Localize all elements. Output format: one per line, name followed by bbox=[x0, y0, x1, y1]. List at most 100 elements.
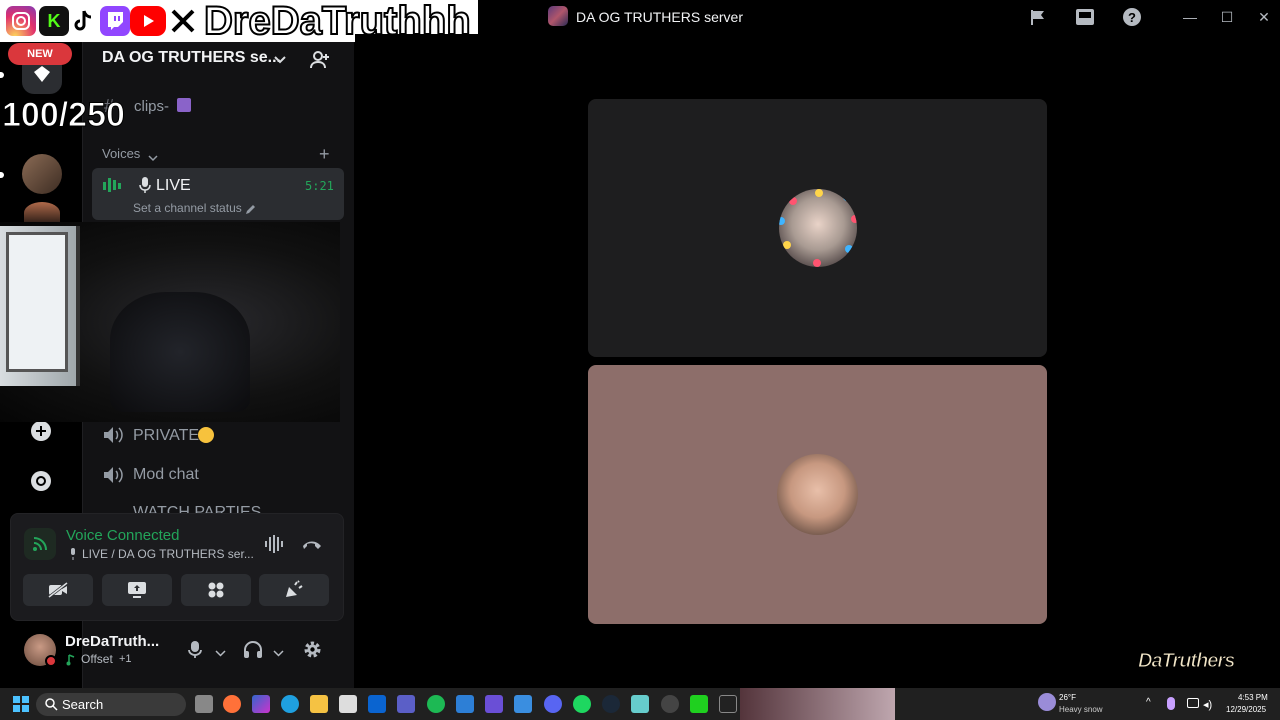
maximize-button[interactable]: ☐ bbox=[1218, 8, 1236, 26]
weather-temp: 26°F bbox=[1059, 693, 1076, 702]
discover-icon[interactable] bbox=[21, 461, 61, 501]
app-icon[interactable] bbox=[456, 695, 474, 713]
taskbar-overlay-glow bbox=[740, 688, 895, 720]
speaker-icon bbox=[103, 426, 123, 449]
copilot-icon[interactable] bbox=[252, 695, 270, 713]
microphone-icon bbox=[69, 547, 77, 565]
clock-time[interactable]: 4:53 PM bbox=[1238, 693, 1268, 702]
youtube-icon bbox=[130, 6, 166, 36]
x-icon bbox=[168, 6, 198, 36]
obs-icon[interactable] bbox=[661, 695, 679, 713]
chevron-up-icon[interactable]: ^ bbox=[1146, 697, 1151, 708]
channel-private[interactable]: PRIVATE bbox=[133, 427, 199, 445]
server-name[interactable]: DA OG TRUTHERS se... bbox=[102, 49, 281, 67]
clapper-icon bbox=[177, 98, 191, 112]
volume-icon[interactable]: ◂) bbox=[1203, 698, 1212, 711]
microphone-icon[interactable] bbox=[1167, 697, 1175, 710]
chevron-down-icon bbox=[148, 150, 158, 168]
flag-icon[interactable] bbox=[1027, 6, 1049, 28]
kick-icon: K bbox=[39, 6, 69, 36]
server-avatar[interactable] bbox=[22, 154, 62, 194]
app-icon[interactable] bbox=[514, 695, 532, 713]
voice-location[interactable]: LIVE / DA OG TRUTHERS ser... bbox=[82, 547, 254, 561]
activities-button[interactable] bbox=[181, 574, 251, 606]
windows-icon bbox=[13, 696, 29, 712]
teams-icon[interactable] bbox=[397, 695, 415, 713]
display-icon[interactable] bbox=[1187, 698, 1199, 708]
clock-date[interactable]: 12/29/2025 bbox=[1226, 705, 1266, 714]
settings-button[interactable] bbox=[302, 639, 323, 665]
goal-counter: 100/250 bbox=[2, 96, 126, 135]
disconnect-icon[interactable] bbox=[301, 536, 323, 557]
inbox-icon[interactable] bbox=[1074, 6, 1096, 28]
brand-logo: DaTruthers bbox=[1137, 650, 1235, 673]
spotify-icon[interactable] bbox=[573, 695, 591, 713]
discord-icon[interactable] bbox=[544, 695, 562, 713]
microphone-icon bbox=[188, 641, 202, 658]
music-icon bbox=[66, 653, 76, 671]
store-icon[interactable] bbox=[339, 695, 357, 713]
start-button[interactable] bbox=[13, 696, 29, 717]
window-frame bbox=[6, 232, 68, 372]
weather-icon[interactable] bbox=[1038, 693, 1056, 711]
invite-people-icon[interactable] bbox=[310, 50, 330, 75]
outlook-icon[interactable] bbox=[368, 695, 386, 713]
help-icon[interactable]: ? bbox=[1121, 6, 1143, 28]
dnd-status-icon bbox=[45, 655, 57, 667]
window-title: DA OG TRUTHERS server bbox=[576, 9, 743, 25]
channel-clips[interactable]: clips- bbox=[134, 98, 169, 115]
search-label: Search bbox=[62, 697, 104, 712]
username[interactable]: DreDaTruth... bbox=[65, 633, 159, 650]
voice-activity-icon bbox=[103, 176, 123, 199]
voice-status[interactable]: Voice Connected bbox=[66, 527, 179, 544]
svg-text:?: ? bbox=[1128, 10, 1136, 25]
noise-suppression-icon[interactable] bbox=[264, 534, 286, 559]
instagram-icon bbox=[6, 6, 36, 36]
file-explorer-icon[interactable] bbox=[310, 695, 328, 713]
chevron-down-icon[interactable] bbox=[273, 645, 284, 663]
camera-off-button[interactable] bbox=[23, 574, 93, 606]
xbox-icon[interactable] bbox=[427, 695, 445, 713]
task-view-icon[interactable] bbox=[195, 695, 213, 713]
search-icon bbox=[45, 698, 58, 716]
server-avatar[interactable] bbox=[24, 202, 60, 224]
chevron-down-icon[interactable] bbox=[215, 645, 226, 663]
gear-icon bbox=[304, 641, 321, 658]
app-icon[interactable] bbox=[631, 695, 649, 713]
connection-icon[interactable] bbox=[24, 528, 56, 560]
microphone-icon bbox=[139, 177, 151, 198]
app-icon[interactable] bbox=[485, 695, 503, 713]
emoji-icon bbox=[198, 427, 214, 443]
weather-desc: Heavy snow bbox=[1059, 705, 1103, 714]
screen-share-icon bbox=[128, 582, 146, 598]
category-voices[interactable]: Voices bbox=[102, 146, 140, 161]
app-icon[interactable] bbox=[690, 695, 708, 713]
pencil-icon[interactable] bbox=[245, 202, 256, 220]
headphones-icon bbox=[244, 641, 262, 658]
edge-icon[interactable] bbox=[281, 695, 299, 713]
server-icon bbox=[548, 6, 568, 26]
participant-avatar[interactable] bbox=[779, 189, 857, 267]
share-screen-button[interactable] bbox=[102, 574, 172, 606]
chevron-down-icon[interactable] bbox=[274, 52, 286, 70]
camera-off-icon bbox=[48, 581, 68, 599]
speaker-icon bbox=[103, 466, 123, 489]
person-silhouette bbox=[110, 292, 250, 412]
minimize-button[interactable]: — bbox=[1181, 8, 1199, 26]
channel-status-input[interactable]: Set a channel status bbox=[133, 201, 242, 215]
headphones-button[interactable] bbox=[243, 640, 263, 665]
new-badge: NEW bbox=[8, 43, 72, 65]
firefox-icon[interactable] bbox=[223, 695, 241, 713]
participant-avatar[interactable] bbox=[777, 454, 858, 535]
create-channel-icon[interactable]: + bbox=[319, 144, 330, 165]
steam-icon[interactable] bbox=[602, 695, 620, 713]
epic-games-icon[interactable] bbox=[719, 695, 737, 713]
soundboard-button[interactable] bbox=[259, 574, 329, 606]
channel-mod-chat[interactable]: Mod chat bbox=[133, 466, 199, 484]
close-button[interactable]: ✕ bbox=[1255, 8, 1273, 26]
activity-extra-count: +1 bbox=[119, 653, 132, 665]
twitch-icon bbox=[100, 6, 130, 36]
taskbar-search[interactable] bbox=[36, 693, 186, 716]
microphone-button[interactable] bbox=[187, 640, 203, 665]
live-timer: 5:21 bbox=[305, 179, 334, 193]
